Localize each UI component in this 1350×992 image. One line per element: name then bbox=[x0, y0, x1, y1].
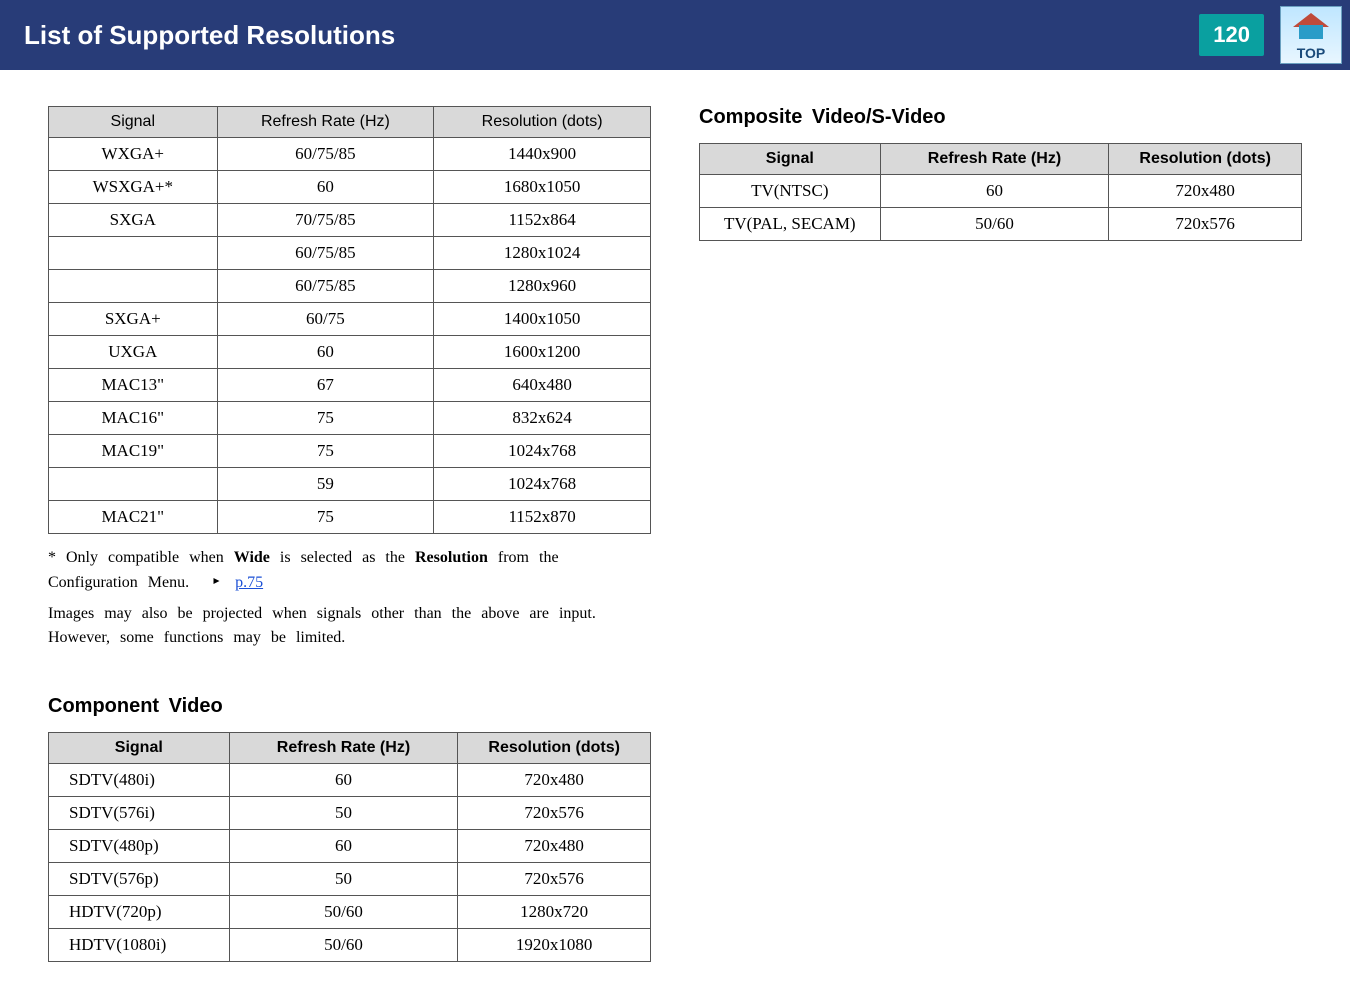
house-body-icon bbox=[1299, 25, 1323, 39]
col-refresh: Refresh Rate (Hz) bbox=[229, 733, 458, 764]
hand-pointer-icon bbox=[203, 571, 221, 596]
logo-label: TOP bbox=[1297, 45, 1326, 61]
table-row: 591024x768 bbox=[49, 468, 651, 501]
col-signal: Signal bbox=[49, 733, 230, 764]
table-header-row: Signal Refresh Rate (Hz) Resolution (dot… bbox=[700, 144, 1302, 175]
col-signal: Signal bbox=[700, 144, 881, 175]
table-row: SDTV(480i)60720x480 bbox=[49, 764, 651, 797]
table-row: SDTV(576p)50720x576 bbox=[49, 863, 651, 896]
table-row: HDTV(720p)50/601280x720 bbox=[49, 896, 651, 929]
col-resolution: Resolution (dots) bbox=[1109, 144, 1302, 175]
footnote-line2: Configuration Menu. p.75 bbox=[48, 571, 651, 596]
page-title: List of Supported Resolutions bbox=[24, 20, 395, 51]
table-row: WSXGA+*601680x1050 bbox=[49, 171, 651, 204]
table-row: SDTV(576i)50720x576 bbox=[49, 797, 651, 830]
table-header-row: Signal Refresh Rate (Hz) Resolution (dot… bbox=[49, 107, 651, 138]
table-row: UXGA601600x1200 bbox=[49, 336, 651, 369]
table-row: SXGA70/75/851152x864 bbox=[49, 204, 651, 237]
table-row: MAC16"75832x624 bbox=[49, 402, 651, 435]
footnote-line3: Images may also be projected when signal… bbox=[48, 602, 651, 652]
table-row: TV(PAL, SECAM)50/60720x576 bbox=[700, 208, 1302, 241]
col-refresh: Refresh Rate (Hz) bbox=[880, 144, 1109, 175]
footnote-line1: * Only compatible when Wide is selected … bbox=[48, 546, 651, 571]
right-column: Composite Video/S-Video Signal Refresh R… bbox=[699, 106, 1302, 962]
col-signal: Signal bbox=[49, 107, 218, 138]
table-row: MAC19"751024x768 bbox=[49, 435, 651, 468]
col-refresh: Refresh Rate (Hz) bbox=[217, 107, 434, 138]
table-row: TV(NTSC)60720x480 bbox=[700, 175, 1302, 208]
resolutions-table-1: Signal Refresh Rate (Hz) Resolution (dot… bbox=[48, 106, 651, 534]
left-column: Signal Refresh Rate (Hz) Resolution (dot… bbox=[48, 106, 651, 962]
table-row: 60/75/851280x960 bbox=[49, 270, 651, 303]
page-number: 120 bbox=[1199, 14, 1264, 56]
table-row: SDTV(480p)60720x480 bbox=[49, 830, 651, 863]
table-row: 60/75/851280x1024 bbox=[49, 237, 651, 270]
table-row: SXGA+60/751400x1050 bbox=[49, 303, 651, 336]
table-row: MAC21"751152x870 bbox=[49, 501, 651, 534]
composite-video-heading: Composite Video/S-Video bbox=[699, 106, 1302, 129]
page-header: List of Supported Resolutions 120 TOP bbox=[0, 0, 1350, 70]
col-resolution: Resolution (dots) bbox=[434, 107, 651, 138]
component-video-heading: Component Video bbox=[48, 695, 651, 718]
footnote-block: * Only compatible when Wide is selected … bbox=[48, 546, 651, 651]
header-right: 120 TOP bbox=[1199, 6, 1350, 64]
table-row: HDTV(1080i)50/601920x1080 bbox=[49, 929, 651, 962]
content-area: Signal Refresh Rate (Hz) Resolution (dot… bbox=[0, 70, 1350, 992]
table-row: WXGA+60/75/851440x900 bbox=[49, 138, 651, 171]
page-reference-link[interactable]: p.75 bbox=[235, 574, 263, 591]
composite-video-table: Signal Refresh Rate (Hz) Resolution (dot… bbox=[699, 143, 1302, 241]
top-logo[interactable]: TOP bbox=[1280, 6, 1342, 64]
table-header-row: Signal Refresh Rate (Hz) Resolution (dot… bbox=[49, 733, 651, 764]
table-row: MAC13"67640x480 bbox=[49, 369, 651, 402]
component-video-table: Signal Refresh Rate (Hz) Resolution (dot… bbox=[48, 732, 651, 962]
col-resolution: Resolution (dots) bbox=[458, 733, 651, 764]
